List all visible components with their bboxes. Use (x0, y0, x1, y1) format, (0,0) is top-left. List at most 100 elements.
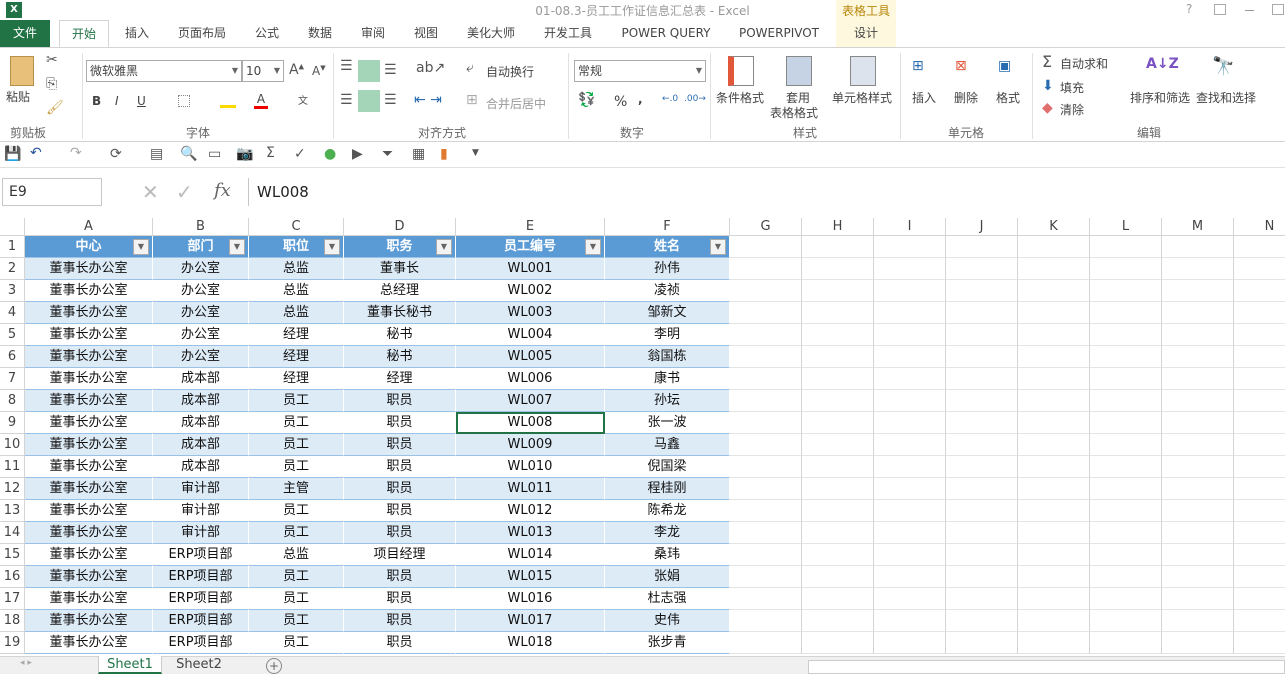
cell[interactable] (1162, 368, 1234, 390)
table-cell[interactable]: 董事长办公室 (25, 566, 153, 588)
refresh-icon[interactable]: ⟳ (110, 146, 122, 162)
table-cell[interactable]: WL013 (456, 522, 605, 544)
format-as-table-label-2[interactable]: 表格格式 (770, 104, 818, 121)
form-icon[interactable]: ▤ (150, 146, 163, 162)
filter-dropdown-icon[interactable]: ▼ (436, 239, 452, 255)
column-header[interactable]: D (344, 218, 456, 236)
cell[interactable] (946, 390, 1018, 412)
cell[interactable] (730, 566, 802, 588)
table-cell[interactable]: 李明 (605, 324, 730, 346)
table-cell[interactable]: 职员 (344, 632, 456, 654)
cell[interactable] (1162, 236, 1234, 258)
table-cell[interactable]: ERP项目部 (153, 588, 249, 610)
currency-icon[interactable]: 💱 (578, 92, 595, 108)
horizontal-scrollbar[interactable] (808, 660, 1285, 674)
table-header-cell[interactable]: 中心 ▼ (25, 236, 153, 258)
table-cell[interactable]: WL011 (456, 478, 605, 500)
filter-dropdown-icon[interactable]: ▼ (324, 239, 340, 255)
table-cell[interactable]: 员工 (249, 434, 344, 456)
cell[interactable] (802, 346, 874, 368)
table-cell[interactable]: 办公室 (153, 346, 249, 368)
cell[interactable] (1090, 500, 1162, 522)
table-cell[interactable]: 总监 (249, 544, 344, 566)
table-cell[interactable]: 职员 (344, 610, 456, 632)
cell[interactable] (802, 258, 874, 280)
increase-font-icon[interactable]: A▲ (289, 62, 304, 78)
cell[interactable] (1234, 610, 1285, 632)
table-cell[interactable]: 员工 (249, 390, 344, 412)
cell[interactable] (874, 566, 946, 588)
cell[interactable] (946, 368, 1018, 390)
cell[interactable] (730, 368, 802, 390)
cell[interactable] (1162, 544, 1234, 566)
row-header[interactable]: 18 (0, 610, 25, 632)
column-header[interactable]: J (946, 218, 1018, 236)
column-header[interactable]: N (1234, 218, 1285, 236)
cell[interactable] (946, 456, 1018, 478)
row-header[interactable]: 3 (0, 280, 25, 302)
table-header-cell[interactable]: 部门 ▼ (153, 236, 249, 258)
table-cell[interactable]: 张娟 (605, 566, 730, 588)
cell[interactable] (874, 258, 946, 280)
window-icon[interactable]: ▭ (208, 146, 221, 162)
table-cell[interactable]: WL012 (456, 500, 605, 522)
cell[interactable] (874, 434, 946, 456)
cell[interactable] (1234, 456, 1285, 478)
table-cell[interactable]: 职员 (344, 522, 456, 544)
cell[interactable] (802, 500, 874, 522)
sheet-tab-sheet1[interactable]: Sheet1 (98, 656, 162, 674)
cell[interactable] (1234, 236, 1285, 258)
table-cell[interactable]: 员工 (249, 610, 344, 632)
cell[interactable] (1018, 280, 1090, 302)
cell[interactable] (1234, 588, 1285, 610)
tab-developer[interactable]: 开发工具 (534, 20, 602, 47)
cell[interactable] (730, 346, 802, 368)
align-left-icon[interactable]: ☰ (340, 92, 353, 108)
cell[interactable] (802, 280, 874, 302)
cell[interactable] (874, 456, 946, 478)
cell[interactable] (946, 522, 1018, 544)
tab-file[interactable]: 文件 (0, 20, 50, 47)
cell[interactable] (802, 324, 874, 346)
cell[interactable] (1090, 566, 1162, 588)
row-header[interactable]: 13 (0, 500, 25, 522)
cell[interactable] (874, 478, 946, 500)
row-header[interactable]: 1 (0, 236, 25, 258)
font-name-select[interactable]: 微软雅黑 ▼ (86, 60, 242, 82)
percent-button[interactable]: % (614, 94, 627, 110)
cut-icon[interactable]: ✂ (46, 52, 58, 68)
font-size-select[interactable]: 10 ▼ (242, 60, 284, 82)
cell[interactable] (802, 390, 874, 412)
row-header[interactable]: 16 (0, 566, 25, 588)
find-select-button[interactable]: 查找和选择 (1196, 89, 1256, 106)
cell[interactable] (1018, 324, 1090, 346)
filter-dropdown-icon[interactable]: ▼ (585, 239, 601, 255)
ribbon-display-icon[interactable] (1214, 4, 1226, 15)
table-cell[interactable]: WL017 (456, 610, 605, 632)
print-preview-icon[interactable]: 🔍 (180, 146, 197, 162)
row-header[interactable]: 10 (0, 434, 25, 456)
undo-icon[interactable]: ↶ (30, 145, 42, 161)
cell[interactable] (946, 500, 1018, 522)
table-cell[interactable]: 审计部 (153, 522, 249, 544)
select-all-corner[interactable] (0, 218, 25, 236)
table-cell[interactable]: 程桂刚 (605, 478, 730, 500)
table-cell[interactable]: 职员 (344, 412, 456, 434)
table-cell[interactable]: 员工 (249, 412, 344, 434)
table-cell[interactable]: WL016 (456, 588, 605, 610)
chart-icon[interactable]: ▮ (440, 146, 448, 162)
row-header[interactable]: 17 (0, 588, 25, 610)
column-header[interactable]: H (802, 218, 874, 236)
tab-data[interactable]: 数据 (298, 20, 342, 47)
check-icon[interactable]: ✓ (294, 146, 306, 162)
tab-review[interactable]: 审阅 (351, 20, 395, 47)
insert-cells-button[interactable]: 插入 (912, 89, 936, 106)
delete-cells-button[interactable]: 删除 (954, 89, 978, 106)
row-header[interactable]: 15 (0, 544, 25, 566)
cell[interactable] (1234, 390, 1285, 412)
table-cell[interactable]: 史伟 (605, 610, 730, 632)
table-cell[interactable]: 经理 (249, 324, 344, 346)
cell[interactable] (802, 588, 874, 610)
format-painter-icon[interactable]: 🖌 (46, 100, 64, 116)
camera-icon[interactable]: 📷 (236, 146, 253, 162)
